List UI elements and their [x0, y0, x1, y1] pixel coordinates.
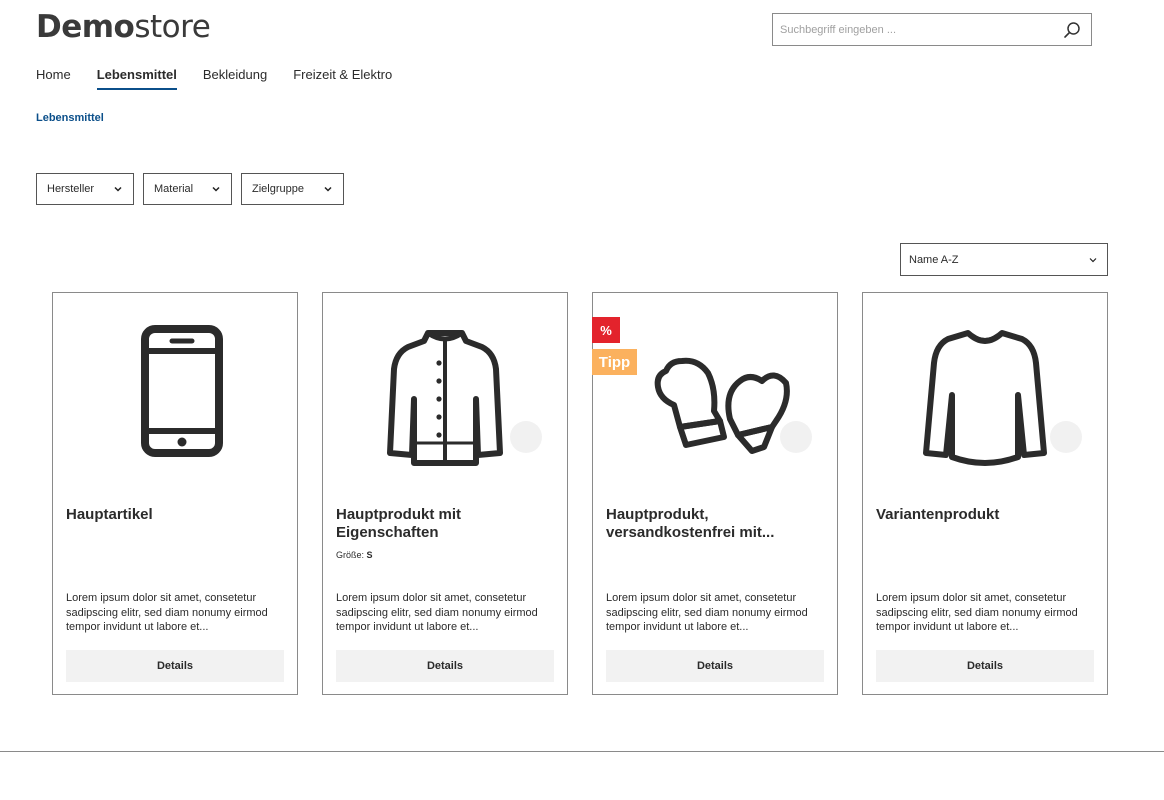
product-image[interactable]	[593, 309, 837, 479]
product-card: % Tipp Hauptprodukt, versandkostenfrei m…	[592, 292, 838, 695]
product-title[interactable]: Hauptartikel	[66, 506, 286, 524]
product-description: Lorem ipsum dolor sit amet, consetetur s…	[336, 592, 538, 633]
filter-hersteller[interactable]: Hersteller	[36, 173, 134, 205]
product-image[interactable]	[323, 309, 567, 479]
chevron-down-icon	[1089, 257, 1097, 262]
filter-label: Material	[154, 183, 194, 195]
filter-zielgruppe[interactable]: Zielgruppe	[241, 173, 344, 205]
wishlist-button[interactable]	[510, 421, 542, 453]
product-description: Lorem ipsum dolor sit amet, consetetur s…	[66, 592, 268, 633]
search-icon[interactable]	[1063, 21, 1081, 39]
main-navigation: Home Lebensmittel Bekleidung Freizeit & …	[36, 66, 418, 90]
search-input[interactable]	[773, 14, 1053, 45]
product-title[interactable]: Variantenprodukt	[876, 506, 1096, 524]
filter-material[interactable]: Material	[143, 173, 232, 205]
chevron-down-icon	[212, 186, 220, 192]
mittens-icon	[654, 357, 790, 454]
smartphone-icon	[141, 325, 223, 457]
property-value: S	[366, 550, 373, 560]
wishlist-button[interactable]	[780, 421, 812, 453]
product-title[interactable]: Hauptprodukt, versandkostenfrei mit...	[606, 506, 826, 542]
breadcrumb[interactable]: Lebensmittel	[36, 112, 104, 124]
product-listing: Hauptartikel Lorem ipsum dolor sit amet,…	[52, 292, 1132, 695]
wishlist-button[interactable]	[1050, 421, 1082, 453]
filter-label: Hersteller	[47, 183, 95, 195]
filter-panel: Hersteller Material Zielgruppe	[36, 173, 353, 205]
product-card: Hauptprodukt mit Eigenschaften Größe: S …	[322, 292, 568, 695]
nav-item-lebensmittel[interactable]: Lebensmittel	[96, 66, 177, 90]
filter-label: Zielgruppe	[252, 183, 304, 195]
search-bar	[772, 13, 1092, 46]
product-image[interactable]	[53, 309, 297, 479]
details-button[interactable]: Details	[336, 650, 554, 682]
details-button[interactable]: Details	[606, 650, 824, 682]
tip-badge: Tipp	[592, 349, 637, 375]
product-title[interactable]: Hauptprodukt mit Eigenschaften	[336, 506, 556, 542]
store-logo[interactable]: Demostore	[36, 9, 211, 45]
nav-item-bekleidung[interactable]: Bekleidung	[203, 66, 267, 90]
details-button[interactable]: Details	[66, 650, 284, 682]
product-image[interactable]	[863, 309, 1107, 479]
property-label: Größe:	[336, 550, 367, 560]
footer-divider	[0, 751, 1164, 752]
sort-select[interactable]: Name A-Z	[900, 243, 1108, 276]
product-property: Größe: S	[336, 550, 373, 560]
sale-badge: %	[592, 317, 620, 343]
logo-light-text: store	[134, 9, 211, 45]
jacket-icon	[387, 330, 503, 466]
product-description: Lorem ipsum dolor sit amet, consetetur s…	[606, 592, 808, 633]
details-button[interactable]: Details	[876, 650, 1094, 682]
nav-item-home[interactable]: Home	[36, 66, 71, 90]
longsleeve-shirt-icon	[923, 330, 1047, 466]
nav-item-freizeit-elektro[interactable]: Freizeit & Elektro	[293, 66, 392, 90]
chevron-down-icon	[324, 186, 332, 192]
logo-bold-text: Demo	[36, 9, 135, 45]
sort-selected-value: Name A-Z	[909, 253, 959, 266]
product-description: Lorem ipsum dolor sit amet, consetetur s…	[876, 592, 1078, 633]
product-card: Variantenprodukt Lorem ipsum dolor sit a…	[862, 292, 1108, 695]
product-card: Hauptartikel Lorem ipsum dolor sit amet,…	[52, 292, 298, 695]
chevron-down-icon	[114, 186, 122, 192]
